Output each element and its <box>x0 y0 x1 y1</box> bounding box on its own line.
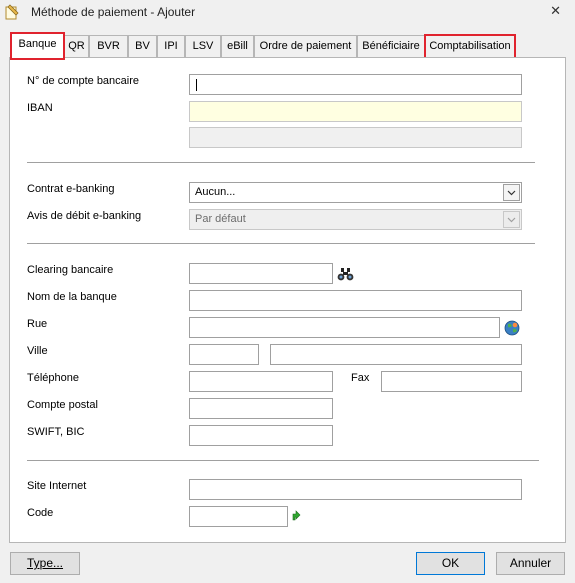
tab-lsv[interactable]: LSV <box>185 35 221 58</box>
bank-name-label: Nom de la banque <box>27 291 117 303</box>
swift-input[interactable] <box>189 425 333 446</box>
code-label: Code <box>27 507 54 519</box>
clearing-label: Clearing bancaire <box>27 264 114 276</box>
separator <box>27 243 535 244</box>
tab-banque[interactable]: Banque <box>10 32 65 60</box>
window-title: Méthode de paiement - Ajouter <box>31 5 196 19</box>
ok-button[interactable]: OK <box>416 552 485 575</box>
tab-comptabilisation[interactable]: Comptabilisation <box>424 34 516 59</box>
postal-account-label: Compte postal <box>27 399 98 411</box>
fax-input[interactable] <box>381 371 522 392</box>
binoculars-icon[interactable] <box>337 265 354 282</box>
phone-input[interactable] <box>189 371 333 392</box>
tab-bvr[interactable]: BVR <box>89 35 128 58</box>
clearing-input[interactable] <box>189 263 333 284</box>
fax-label: Fax <box>351 372 370 384</box>
debit-notice-select: Par défaut <box>189 209 522 230</box>
street-input[interactable] <box>189 317 500 338</box>
contract-label: Contrat e-banking <box>27 183 115 195</box>
text-caret <box>196 79 197 91</box>
tab-qr[interactable]: QR <box>64 35 89 58</box>
account-number-label: N° de compte bancaire <box>27 75 140 87</box>
swift-label: SWIFT, BIC <box>27 426 85 438</box>
tab-ipi[interactable]: IPI <box>157 35 185 58</box>
type-button[interactable]: Type... <box>10 552 80 575</box>
app-icon <box>5 4 19 20</box>
tab-bv[interactable]: BV <box>128 35 157 58</box>
debit-notice-label: Avis de débit e-banking <box>27 210 142 222</box>
close-button[interactable]: ✕ <box>550 3 561 19</box>
zip-input[interactable] <box>189 344 259 365</box>
iban-extra-field <box>189 127 522 148</box>
iban-input[interactable] <box>189 101 522 122</box>
tab-ebill[interactable]: eBill <box>221 35 254 58</box>
phone-label: Téléphone <box>27 372 79 384</box>
green-arrow-icon[interactable] <box>290 509 302 521</box>
chevron-down-icon <box>503 211 520 228</box>
bank-name-input[interactable] <box>189 290 522 311</box>
globe-icon[interactable] <box>503 319 520 336</box>
separator <box>27 460 539 461</box>
postal-account-input[interactable] <box>189 398 333 419</box>
account-number-input[interactable] <box>189 74 522 95</box>
code-input[interactable] <box>189 506 288 527</box>
city-label: Ville <box>27 345 48 357</box>
tab-beneficiaire[interactable]: Bénéficiaire <box>357 35 425 58</box>
chevron-down-icon[interactable] <box>503 184 520 201</box>
tab-ordre-de-paiement[interactable]: Ordre de paiement <box>254 35 357 58</box>
city-input[interactable] <box>270 344 522 365</box>
contract-select[interactable]: Aucun... <box>189 182 522 203</box>
website-label: Site Internet <box>27 480 87 492</box>
street-label: Rue <box>27 318 48 330</box>
cancel-button[interactable]: Annuler <box>496 552 565 575</box>
website-input[interactable] <box>189 479 522 500</box>
title-bar: Méthode de paiement - Ajouter ✕ <box>0 0 575 26</box>
iban-label: IBAN <box>27 102 53 114</box>
separator <box>27 162 535 163</box>
